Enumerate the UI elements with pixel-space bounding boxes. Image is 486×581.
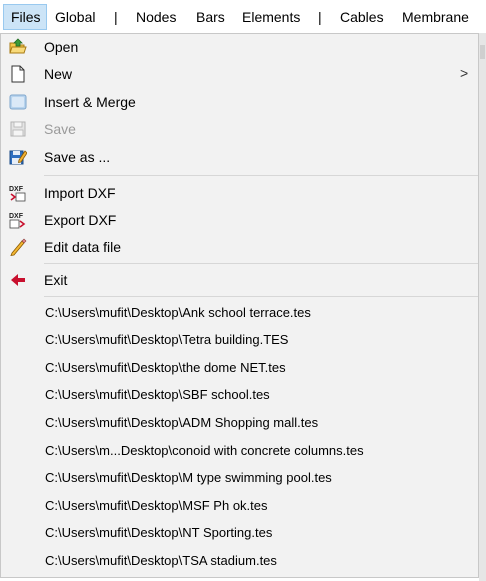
- menu-membrane[interactable]: Membrane: [402, 8, 469, 26]
- recent-file-item[interactable]: C:\Users\mufit\Desktop\M type swimming p…: [45, 470, 332, 486]
- save-as-icon: [9, 148, 28, 166]
- menu-item-insert-merge[interactable]: Insert & Merge: [1, 89, 478, 115]
- pencil-icon: [9, 238, 27, 257]
- menu-cables[interactable]: Cables: [340, 8, 384, 26]
- recent-file-item[interactable]: C:\Users\mufit\Desktop\ADM Shopping mall…: [45, 415, 318, 431]
- menu-item-save-as[interactable]: Save as ...: [1, 144, 478, 170]
- menu-separator: |: [114, 9, 118, 25]
- menu-item-exit[interactable]: Exit: [1, 267, 478, 293]
- folder-open-icon: [9, 38, 27, 56]
- exit-arrow-icon: [9, 271, 27, 289]
- import-dxf-icon: DXF: [9, 184, 27, 202]
- menu-item-insert-merge-label: Insert & Merge: [44, 94, 136, 110]
- menu-item-save[interactable]: Save: [1, 116, 478, 142]
- menu-bars[interactable]: Bars: [196, 8, 225, 26]
- recent-file-item[interactable]: C:\Users\mufit\Desktop\NT Sporting.tes: [45, 525, 272, 541]
- menu-item-exit-label: Exit: [44, 272, 68, 288]
- save-disk-icon: [9, 120, 27, 138]
- insert-merge-icon: [9, 93, 27, 111]
- menu-item-export-dxf[interactable]: DXF Export DXF: [1, 207, 478, 233]
- menu-separator: [44, 263, 478, 264]
- chevron-right-icon: >: [460, 65, 469, 81]
- menu-item-edit-data-file-label: Edit data file: [44, 239, 122, 255]
- menu-item-new[interactable]: New >: [1, 61, 478, 87]
- recent-file-item[interactable]: C:\Users\mufit\Desktop\Ank school terrac…: [45, 305, 311, 321]
- menu-item-new-label: New: [44, 66, 73, 82]
- menu-elements[interactable]: Elements: [242, 8, 300, 26]
- menu-separator: [44, 175, 478, 176]
- menu-item-save-label: Save: [44, 121, 76, 137]
- recent-file-item[interactable]: C:\Users\mufit\Desktop\SBF school.tes: [45, 387, 270, 403]
- menu-bar: Files Global | Nodes Bars Elements | Cab…: [0, 0, 486, 34]
- menu-item-edit-data-file[interactable]: Edit data file: [1, 234, 478, 260]
- recent-file-item[interactable]: C:\Users\mufit\Desktop\TSA stadium.tes: [45, 553, 277, 569]
- svg-text:DXF: DXF: [9, 213, 24, 220]
- menu-item-save-as-label: Save as ...: [44, 149, 111, 165]
- recent-file-item[interactable]: C:\Users\m...Desktop\conoid with concret…: [45, 443, 364, 459]
- menu-global[interactable]: Global: [55, 8, 95, 26]
- menu-item-export-dxf-label: Export DXF: [44, 212, 117, 228]
- menu-item-open[interactable]: Open: [1, 34, 478, 60]
- menu-nodes[interactable]: Nodes: [136, 8, 176, 26]
- menu-item-import-dxf-label: Import DXF: [44, 185, 116, 201]
- recent-file-item[interactable]: C:\Users\mufit\Desktop\MSF Ph ok.tes: [45, 498, 268, 514]
- export-dxf-icon: DXF: [9, 211, 27, 229]
- menu-files-label: Files: [11, 9, 41, 25]
- recent-file-item[interactable]: C:\Users\mufit\Desktop\the dome NET.tes: [45, 360, 286, 376]
- recent-file-item[interactable]: C:\Users\mufit\Desktop\Tetra building.TE…: [45, 332, 288, 348]
- menu-item-import-dxf[interactable]: DXF Import DXF: [1, 180, 478, 206]
- menu-separator: |: [318, 9, 322, 25]
- svg-text:DXF: DXF: [9, 186, 24, 193]
- new-document-icon: [9, 65, 27, 83]
- menu-item-open-label: Open: [44, 39, 79, 55]
- menu-separator: [44, 296, 478, 297]
- files-dropdown-menu: Open New > Insert & Merge Save Save as .…: [0, 33, 479, 578]
- background-window-edge: [479, 33, 486, 581]
- menu-files[interactable]: Files: [3, 4, 47, 30]
